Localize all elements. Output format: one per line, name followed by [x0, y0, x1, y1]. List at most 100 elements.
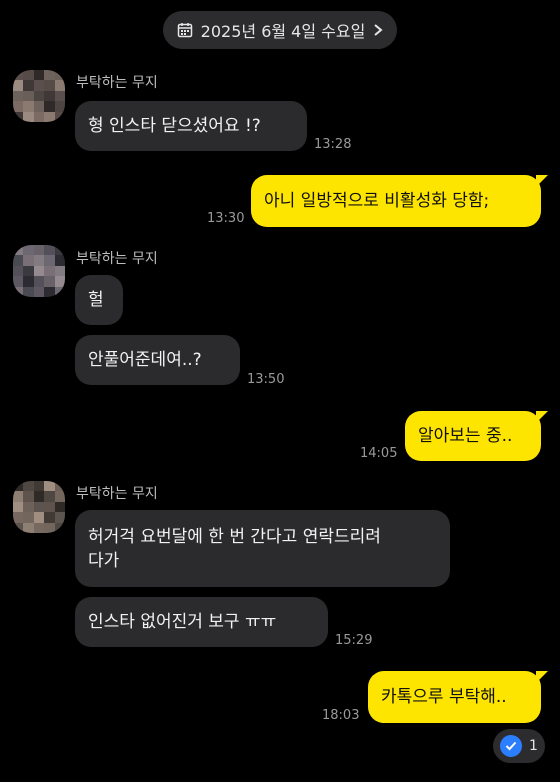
- avatar-tile: [33, 481, 45, 492]
- message-bubble[interactable]: 헐: [75, 275, 123, 325]
- sender-name: 부탁하는 무지: [76, 75, 158, 91]
- avatar-tile: [23, 255, 34, 266]
- avatar-tile: [44, 90, 55, 102]
- message-bubble[interactable]: 인스타 없어진거 보구 ㅠㅠ: [75, 597, 328, 647]
- message-bubble[interactable]: 카톡으루 부탁해..: [368, 671, 548, 723]
- date-label: 2025년 6월 4일 수요일: [200, 22, 366, 41]
- avatar[interactable]: [13, 70, 65, 122]
- avatar-tile: [54, 245, 65, 256]
- avatar-tile: [54, 276, 65, 287]
- avatar-tile: [54, 80, 65, 91]
- avatar-tile: [54, 522, 65, 533]
- avatar-tile: [44, 512, 55, 523]
- avatar-tile: [54, 70, 65, 81]
- avatar-tile: [44, 245, 55, 256]
- avatar-tile: [23, 90, 34, 102]
- avatar-tile: [33, 90, 45, 102]
- avatar-tile: [54, 255, 65, 266]
- avatar-tile: [44, 481, 55, 492]
- avatar-tile: [13, 481, 24, 492]
- message-bubble[interactable]: 아니 일방적으로 비활성화 당함;: [251, 175, 548, 227]
- avatar-tile: [23, 111, 34, 122]
- avatar-tile: [23, 512, 34, 523]
- avatar-tile: [44, 265, 55, 277]
- avatar-tile: [13, 245, 24, 256]
- avatar-tile: [23, 70, 34, 81]
- avatar-tile: [23, 276, 34, 287]
- avatar-tile: [13, 255, 24, 266]
- avatar-tile: [13, 512, 24, 523]
- avatar-tile: [33, 70, 45, 81]
- avatar-tile: [13, 522, 24, 533]
- avatar-tile: [23, 481, 34, 492]
- avatar-tile: [33, 245, 45, 256]
- avatar-tile: [44, 70, 55, 81]
- avatar-tile: [33, 276, 45, 287]
- message-bubble[interactable]: 안풀어준데여..?: [75, 335, 240, 385]
- avatar-tile: [33, 512, 45, 523]
- avatar-tile: [23, 501, 34, 513]
- avatar-tile: [54, 111, 65, 122]
- avatar-tile: [54, 90, 65, 102]
- avatar-tile: [23, 80, 34, 91]
- avatar-tile: [13, 265, 24, 277]
- avatar-tile: [44, 111, 55, 122]
- avatar-tile: [33, 255, 45, 266]
- avatar-tile: [13, 286, 24, 297]
- avatar-tile: [44, 80, 55, 91]
- avatar-tile: [54, 512, 65, 523]
- avatar-tile: [13, 70, 24, 81]
- avatar-tile: [13, 101, 24, 112]
- sender-name: 부탁하는 무지: [76, 486, 158, 502]
- avatar-tile: [44, 522, 55, 533]
- avatar-tile: [54, 286, 65, 297]
- avatar-tile: [44, 286, 55, 297]
- message-time: 13:50: [247, 372, 285, 387]
- avatar[interactable]: [13, 245, 65, 297]
- sender-name: 부탁하는 무지: [76, 251, 158, 267]
- avatar-tile: [54, 101, 65, 112]
- avatar-tile: [33, 101, 45, 112]
- message-bubble[interactable]: 알아보는 중..: [405, 411, 548, 461]
- read-count-badge[interactable]: 1: [493, 729, 545, 763]
- avatar-tile: [33, 501, 45, 513]
- avatar-tile: [13, 80, 24, 91]
- avatar-tile: [33, 286, 45, 297]
- avatar-tile: [13, 491, 24, 502]
- message-time: 15:29: [335, 633, 373, 648]
- avatar-tile: [23, 265, 34, 277]
- check-circle-icon: [500, 735, 523, 757]
- avatar-tile: [33, 111, 45, 122]
- avatar-tile: [33, 491, 45, 502]
- avatar[interactable]: [13, 481, 65, 533]
- avatar-tile: [44, 276, 55, 287]
- avatar-tile: [23, 101, 34, 112]
- message-time: 14:05: [360, 446, 398, 461]
- avatar-tile: [54, 501, 65, 513]
- avatar-tile: [44, 491, 55, 502]
- avatar-tile: [23, 491, 34, 502]
- avatar-tile: [23, 245, 34, 256]
- avatar-tile: [54, 265, 65, 277]
- avatar-tile: [23, 522, 34, 533]
- avatar-tile: [13, 501, 24, 513]
- message-time: 13:30: [207, 211, 245, 226]
- avatar-tile: [13, 276, 24, 287]
- avatar-tile: [13, 111, 24, 122]
- read-count: 1: [529, 738, 538, 754]
- message-time: 18:03: [322, 708, 360, 723]
- message-bubble[interactable]: 허거걱 요번달에 한 번 간다고 연락드리려 다가: [75, 510, 450, 587]
- avatar-tile: [33, 80, 45, 91]
- message-bubble[interactable]: 형 인스타 닫으셨어요 !?: [75, 101, 307, 151]
- avatar-tile: [33, 522, 45, 533]
- avatar-tile: [44, 501, 55, 513]
- avatar-tile: [13, 90, 24, 102]
- avatar-tile: [44, 101, 55, 112]
- avatar-tile: [54, 481, 65, 492]
- avatar-tile: [44, 255, 55, 266]
- date-header[interactable]: 2025년 6월 4일 수요일: [163, 11, 397, 49]
- avatar-tile: [54, 491, 65, 502]
- avatar-tile: [23, 286, 34, 297]
- chevron-right-icon: [373, 23, 383, 37]
- avatar-tile: [33, 265, 45, 277]
